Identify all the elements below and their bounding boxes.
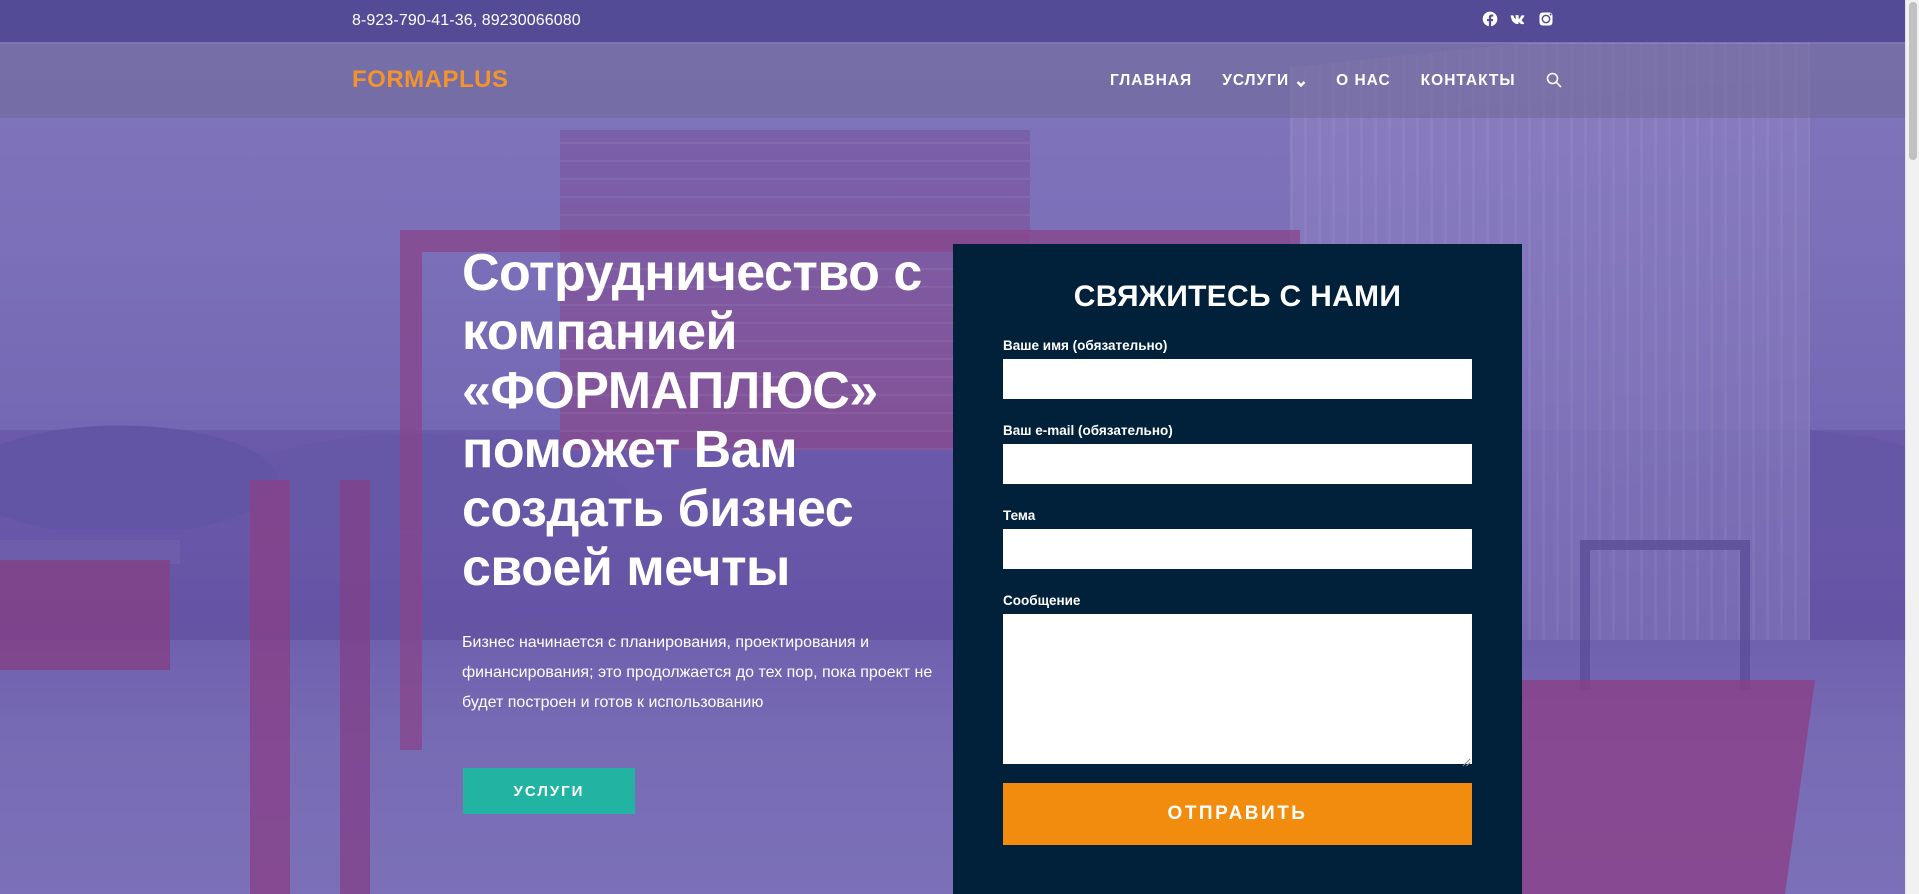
hero-description: Бизнес начинается с планирования, проект…	[462, 634, 933, 711]
facebook-icon[interactable]	[1481, 10, 1499, 28]
contact-form: СВЯЖИТЕСЬ С НАМИ Ваше имя (обязательно) …	[953, 244, 1522, 894]
name-field-label: Ваше имя (обязательно)	[1003, 338, 1168, 353]
nav-item-contacts[interactable]: КОНТАКТЫ	[1421, 72, 1516, 90]
chevron-down-icon	[1296, 76, 1306, 88]
nav-item-label: КОНТАКТЫ	[1420, 72, 1516, 89]
phone-numbers: 8-923-790-41-36, 89230066080	[352, 12, 581, 29]
services-button[interactable]: УСЛУГИ	[463, 768, 635, 814]
top-bar: 8-923-790-41-36, 89230066080	[0, 0, 1905, 43]
site-logo[interactable]: FORMAPLUS	[352, 66, 509, 94]
hero-title: Сотрудничество с компанией «ФОРМАПЛЮС» п…	[462, 244, 922, 597]
nav-item-about[interactable]: О НАС	[1336, 72, 1391, 90]
contact-form-title: СВЯЖИТЕСЬ С НАМИ	[1073, 280, 1402, 313]
message-field[interactable]	[1003, 614, 1472, 764]
message-field-label: Сообщение	[1003, 593, 1081, 608]
main-nav: ГЛАВНАЯ УСЛУГИ О НАС КОНТАКТЫ	[1110, 72, 1562, 90]
email-field-label: Ваш e-mail (обязательно)	[1003, 423, 1173, 438]
vk-icon[interactable]	[1509, 10, 1527, 28]
resize-handle-icon[interactable]	[1461, 754, 1471, 767]
instagram-icon[interactable]	[1537, 10, 1555, 28]
nav-item-label: ГЛАВНАЯ	[1110, 72, 1193, 89]
name-field[interactable]	[1003, 359, 1472, 399]
page-scrollbar[interactable]	[1905, 0, 1919, 894]
nav-item-services[interactable]: УСЛУГИ	[1222, 72, 1306, 90]
nav-item-label: О НАС	[1336, 72, 1391, 89]
submit-button[interactable]: ОТПРАВИТЬ	[1003, 783, 1472, 845]
subject-field[interactable]	[1003, 529, 1472, 569]
search-icon[interactable]	[1546, 72, 1562, 88]
subject-field-label: Тема	[1003, 508, 1036, 523]
scrollbar-thumb[interactable]	[1909, 2, 1917, 160]
nav-item-home[interactable]: ГЛАВНАЯ	[1110, 72, 1192, 90]
nav-item-label: УСЛУГИ	[1222, 72, 1290, 89]
site-header: FORMAPLUS ГЛАВНАЯ УСЛУГИ О НАС КОНТАКТЫ	[0, 44, 1905, 118]
email-field[interactable]	[1003, 444, 1472, 484]
